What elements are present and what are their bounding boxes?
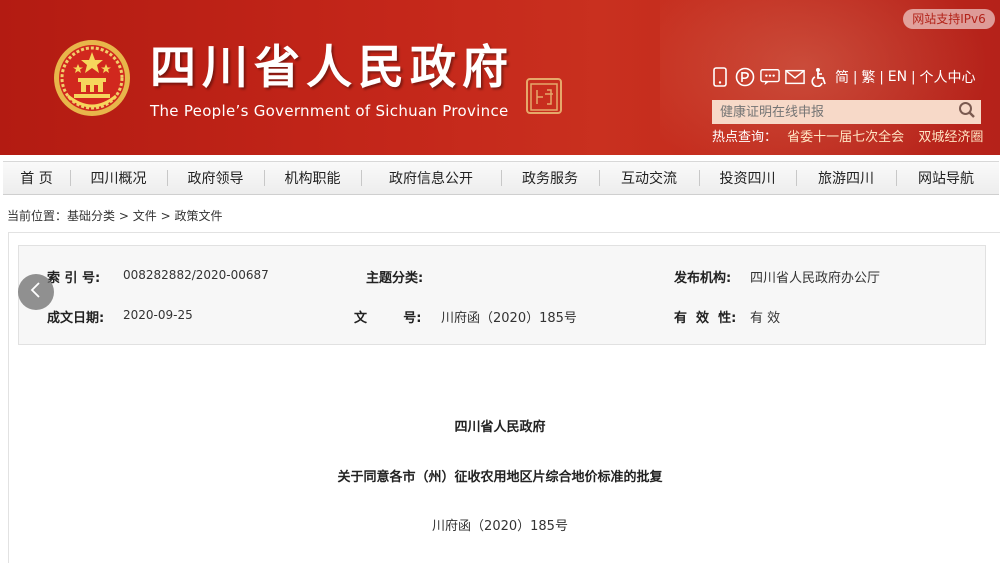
traditional-chinese-link[interactable]: 繁 <box>861 67 875 87</box>
main-nav: 首 页 四川概况 政府领导 机构职能 政府信息公开 政务服务 互动交流 投资四川… <box>3 161 999 195</box>
document-title: 关于同意各市（州）征收农用地区片综合地价标准的批复 <box>337 470 663 485</box>
topic-label: 主题分类: <box>366 271 424 286</box>
breadcrumb-separator: > <box>160 209 171 223</box>
wechat-icon[interactable] <box>760 67 780 87</box>
nav-item-home[interactable]: 首 页 <box>3 161 70 195</box>
site-title-en: The People’s Government of Sichuan Provi… <box>150 102 509 120</box>
english-link[interactable]: EN <box>888 69 907 85</box>
search-button[interactable] <box>952 100 981 124</box>
document-issuer: 四川省人民政府 <box>454 420 546 435</box>
date-label: 成文日期: <box>47 311 105 326</box>
search-icon <box>958 101 976 123</box>
tool-separator: | <box>879 69 884 85</box>
breadcrumb: 当前位置：基础分类 > 文件 > 政策文件 <box>7 207 223 224</box>
breadcrumb-item-policy[interactable]: 政策文件 <box>174 209 222 223</box>
validity-value: 有 效 <box>750 311 781 326</box>
personal-center-link[interactable]: 个人中心 <box>920 67 976 87</box>
hot-queries: 热点查询： 省委十一届七次全会 双城经济圈 <box>712 126 993 145</box>
publisher-value: 四川省人民政府办公厅 <box>750 271 881 286</box>
search-input[interactable] <box>712 100 952 124</box>
nav-item-interaction[interactable]: 互动交流 <box>599 161 699 195</box>
nav-item-info-disclosure[interactable]: 政府信息公开 <box>361 161 501 195</box>
tool-separator: | <box>853 69 858 85</box>
breadcrumb-label: 当前位置： <box>7 209 68 223</box>
tool-separator: | <box>911 69 916 85</box>
validity-label: 有 效 性: <box>674 311 737 326</box>
mobile-icon[interactable] <box>710 67 730 87</box>
header-tools: 简 | 繁 | EN | 个人中心 <box>710 66 976 88</box>
hot-queries-label: 热点查询： <box>712 130 778 145</box>
prev-arrow-button[interactable] <box>18 274 54 310</box>
nav-item-invest[interactable]: 投资四川 <box>699 161 796 195</box>
doc-number-label: 文 号: <box>354 311 422 326</box>
breadcrumb-separator: > <box>118 209 129 223</box>
hot-link-twin-city[interactable]: 双城经济圈 <box>918 130 983 145</box>
site-title-cn[interactable]: 四川省人民政府 <box>150 44 514 90</box>
simplified-chinese-link[interactable]: 简 <box>835 67 849 87</box>
header-banner: 四川省人民政府 The People’s Government of Sichu… <box>0 0 1000 155</box>
ipv6-badge: 网站支持IPv6 <box>903 9 995 29</box>
accessibility-icon[interactable] <box>810 67 830 87</box>
nav-item-sitemap[interactable]: 网站导航 <box>896 161 996 195</box>
hot-link-plenary[interactable]: 省委十一届七次全会 <box>787 130 904 145</box>
index-number-value: 008282882/2020-00687 <box>123 268 269 282</box>
breadcrumb-item-files[interactable]: 文件 <box>133 209 157 223</box>
document-meta-box: 索 引 号: 008282882/2020-00687 主题分类: 发布机构: … <box>18 245 986 345</box>
national-emblem-icon[interactable] <box>52 38 132 118</box>
mail-icon[interactable] <box>785 67 805 87</box>
nav-item-services[interactable]: 政务服务 <box>501 161 599 195</box>
weibo-icon[interactable] <box>735 67 755 87</box>
document-number: 川府函（2020）185号 <box>432 519 568 534</box>
date-value: 2020-09-25 <box>123 308 193 322</box>
index-number-label: 索 引 号: <box>47 271 101 286</box>
nav-item-tourism[interactable]: 旅游四川 <box>796 161 896 195</box>
sichuan-seal-logo <box>526 78 562 114</box>
publisher-label: 发布机构: <box>674 271 732 286</box>
breadcrumb-item-basic[interactable]: 基础分类 <box>67 209 115 223</box>
nav-item-functions[interactable]: 机构职能 <box>264 161 361 195</box>
nav-item-leaders[interactable]: 政府领导 <box>167 161 264 195</box>
nav-item-overview[interactable]: 四川概况 <box>70 161 167 195</box>
doc-number-value: 川府函（2020）185号 <box>441 311 577 326</box>
chevron-left-icon <box>29 281 43 303</box>
